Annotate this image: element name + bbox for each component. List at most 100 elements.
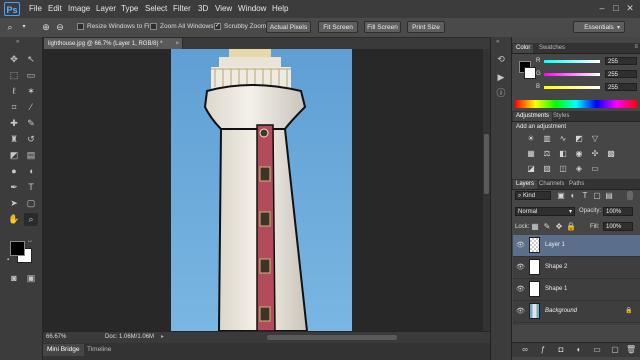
vertical-scroll-thumb[interactable] bbox=[484, 134, 489, 194]
dodge-tool-icon[interactable]: ◖ bbox=[24, 165, 38, 178]
new-group-icon[interactable]: ▭ bbox=[592, 345, 602, 354]
color-balance-icon[interactable]: ⚖ bbox=[542, 149, 552, 158]
print-size-button[interactable]: Print Size bbox=[407, 21, 445, 33]
menu-edit[interactable]: Edit bbox=[48, 4, 62, 13]
levels-icon[interactable]: ▥ bbox=[542, 134, 552, 143]
fill-screen-button[interactable]: Fill Screen bbox=[364, 21, 401, 33]
hue-saturation-icon[interactable]: ▦ bbox=[526, 149, 536, 158]
new-adjustment-layer-icon[interactable]: ◐ bbox=[574, 345, 584, 354]
tab-adjustments[interactable]: Adjustments bbox=[513, 112, 553, 121]
filter-pixel-icon[interactable]: ▣ bbox=[556, 191, 566, 200]
red-value-field[interactable]: 255 bbox=[605, 57, 637, 65]
filter-smart-object-icon[interactable]: ▤ bbox=[604, 191, 614, 200]
filter-adjustment-icon[interactable]: ◐ bbox=[568, 191, 578, 200]
foreground-color-swatch[interactable] bbox=[10, 241, 25, 256]
gradient-map-icon[interactable]: ▭ bbox=[590, 164, 600, 173]
resize-windows-checkbox[interactable] bbox=[77, 23, 84, 30]
history-panel-icon[interactable]: ⟲ bbox=[494, 53, 508, 66]
quick-mask-icon[interactable]: ◙ bbox=[7, 272, 21, 285]
scrubby-zoom-checkbox[interactable]: ✓ bbox=[214, 23, 221, 30]
fit-screen-button[interactable]: Fit Screen bbox=[318, 21, 358, 33]
brush-tool-icon[interactable]: ✎ bbox=[24, 117, 38, 130]
green-value-field[interactable]: 255 bbox=[605, 70, 637, 78]
visibility-eye-icon[interactable]: 👁 bbox=[516, 263, 525, 271]
tab-styles[interactable]: Styles bbox=[550, 112, 572, 121]
hand-tool-icon[interactable]: ✋ bbox=[7, 213, 21, 226]
red-slider[interactable] bbox=[544, 60, 600, 63]
tab-channels[interactable]: Channels bbox=[536, 180, 567, 189]
tab-mini-bridge[interactable]: Mini Bridge bbox=[43, 344, 84, 356]
exposure-icon[interactable]: ◩ bbox=[574, 134, 584, 143]
zoom-tool-icon[interactable]: ⌕ bbox=[4, 21, 16, 33]
green-slider[interactable] bbox=[544, 73, 600, 76]
curves-icon[interactable]: ∿ bbox=[558, 134, 568, 143]
opacity-field[interactable]: 100% bbox=[603, 207, 633, 216]
menu-image[interactable]: Image bbox=[68, 4, 90, 13]
move-tool-icon[interactable]: ✥ bbox=[7, 53, 21, 66]
tab-swatches[interactable]: Swatches bbox=[536, 44, 568, 53]
menu-type[interactable]: Type bbox=[121, 4, 138, 13]
color-background-swatch[interactable] bbox=[524, 67, 536, 79]
visibility-eye-icon[interactable]: 👁 bbox=[516, 307, 525, 315]
close-icon[interactable]: ✕ bbox=[624, 3, 636, 14]
layer-name[interactable]: Shape 1 bbox=[545, 286, 567, 292]
history-brush-tool-icon[interactable]: ↺ bbox=[24, 133, 38, 146]
zoom-tool-icon[interactable]: ⌕ bbox=[24, 213, 38, 226]
layer-row-shape-2[interactable]: 👁 Shape 2 bbox=[513, 257, 640, 279]
posterize-icon[interactable]: ▨ bbox=[542, 164, 552, 173]
new-layer-icon[interactable]: ▢ bbox=[610, 345, 620, 354]
threshold-icon[interactable]: ◫ bbox=[558, 164, 568, 173]
gradient-tool-icon[interactable]: ▤ bbox=[24, 149, 38, 162]
menu-layer[interactable]: Layer bbox=[96, 4, 116, 13]
minimize-icon[interactable]: – bbox=[596, 3, 608, 14]
blend-mode-select[interactable]: Normal ▾ bbox=[515, 207, 575, 216]
visibility-eye-icon[interactable]: 👁 bbox=[516, 241, 525, 249]
blur-tool-icon[interactable]: ● bbox=[7, 165, 21, 178]
maximize-icon[interactable]: □ bbox=[610, 3, 622, 14]
channel-mixer-icon[interactable]: ✣ bbox=[590, 149, 600, 158]
type-tool-icon[interactable]: T bbox=[24, 181, 38, 194]
panel-menu-icon[interactable]: ≡ bbox=[634, 44, 638, 50]
layer-kind-filter[interactable]: ⌕ Kind bbox=[515, 191, 551, 200]
selective-color-icon[interactable]: ◈ bbox=[574, 164, 584, 173]
color-lookup-icon[interactable]: ▩ bbox=[606, 149, 616, 158]
zoom-out-icon[interactable]: ⊖ bbox=[54, 21, 66, 33]
layer-name[interactable]: Shape 2 bbox=[545, 264, 567, 270]
zoom-in-icon[interactable]: ⊕ bbox=[40, 21, 52, 33]
filter-shape-icon[interactable]: ▢ bbox=[592, 191, 602, 200]
layer-name[interactable]: Layer 1 bbox=[545, 242, 565, 248]
delete-layer-icon[interactable]: 🗑 bbox=[626, 345, 636, 354]
blue-value-field[interactable]: 255 bbox=[605, 83, 637, 91]
pen-tool-icon[interactable]: ✒ bbox=[7, 181, 21, 194]
tab-layers[interactable]: Layers bbox=[513, 180, 538, 189]
eraser-tool-icon[interactable]: ◩ bbox=[7, 149, 21, 162]
zoom-all-windows-checkbox[interactable] bbox=[150, 23, 157, 30]
screen-mode-icon[interactable]: ▣ bbox=[24, 272, 38, 285]
expand-panels-icon[interactable]: « bbox=[496, 39, 499, 45]
lock-pixels-icon[interactable]: ✎ bbox=[542, 222, 552, 231]
tool-preset-dropdown-icon[interactable]: ▾ bbox=[18, 21, 30, 33]
menu-3d[interactable]: 3D bbox=[198, 4, 208, 13]
canvas-area[interactable] bbox=[43, 49, 483, 331]
shape-tool-icon[interactable]: ▢ bbox=[24, 197, 38, 210]
lock-all-icon[interactable]: 🔒 bbox=[566, 222, 576, 231]
collapse-panel-icon[interactable]: » bbox=[16, 39, 19, 45]
lock-position-icon[interactable]: ✥ bbox=[554, 222, 564, 231]
visibility-eye-icon[interactable]: 👁 bbox=[516, 285, 525, 293]
lock-transparency-icon[interactable]: ▦ bbox=[530, 222, 540, 231]
default-colors-icon[interactable]: ▪ bbox=[7, 257, 9, 263]
vibrance-icon[interactable]: ▽ bbox=[590, 134, 600, 143]
layer-row-shape-1[interactable]: 👁 Shape 1 bbox=[513, 279, 640, 301]
lasso-tool-icon[interactable]: ℓ bbox=[7, 85, 21, 98]
brightness-contrast-icon[interactable]: ☀ bbox=[526, 134, 536, 143]
healing-brush-tool-icon[interactable]: ✚ bbox=[7, 117, 21, 130]
tab-timeline[interactable]: Timeline bbox=[83, 344, 115, 356]
menu-help[interactable]: Help bbox=[272, 4, 288, 13]
link-layers-icon[interactable]: ∞ bbox=[520, 345, 530, 354]
menu-view[interactable]: View bbox=[215, 4, 232, 13]
black-white-icon[interactable]: ◧ bbox=[558, 149, 568, 158]
filter-toggle-switch[interactable] bbox=[627, 191, 633, 200]
artboard-tool-icon[interactable]: ↖ bbox=[24, 53, 38, 66]
filter-type-icon[interactable]: T bbox=[580, 191, 590, 200]
eyedropper-tool-icon[interactable]: ⁄ bbox=[24, 101, 38, 114]
